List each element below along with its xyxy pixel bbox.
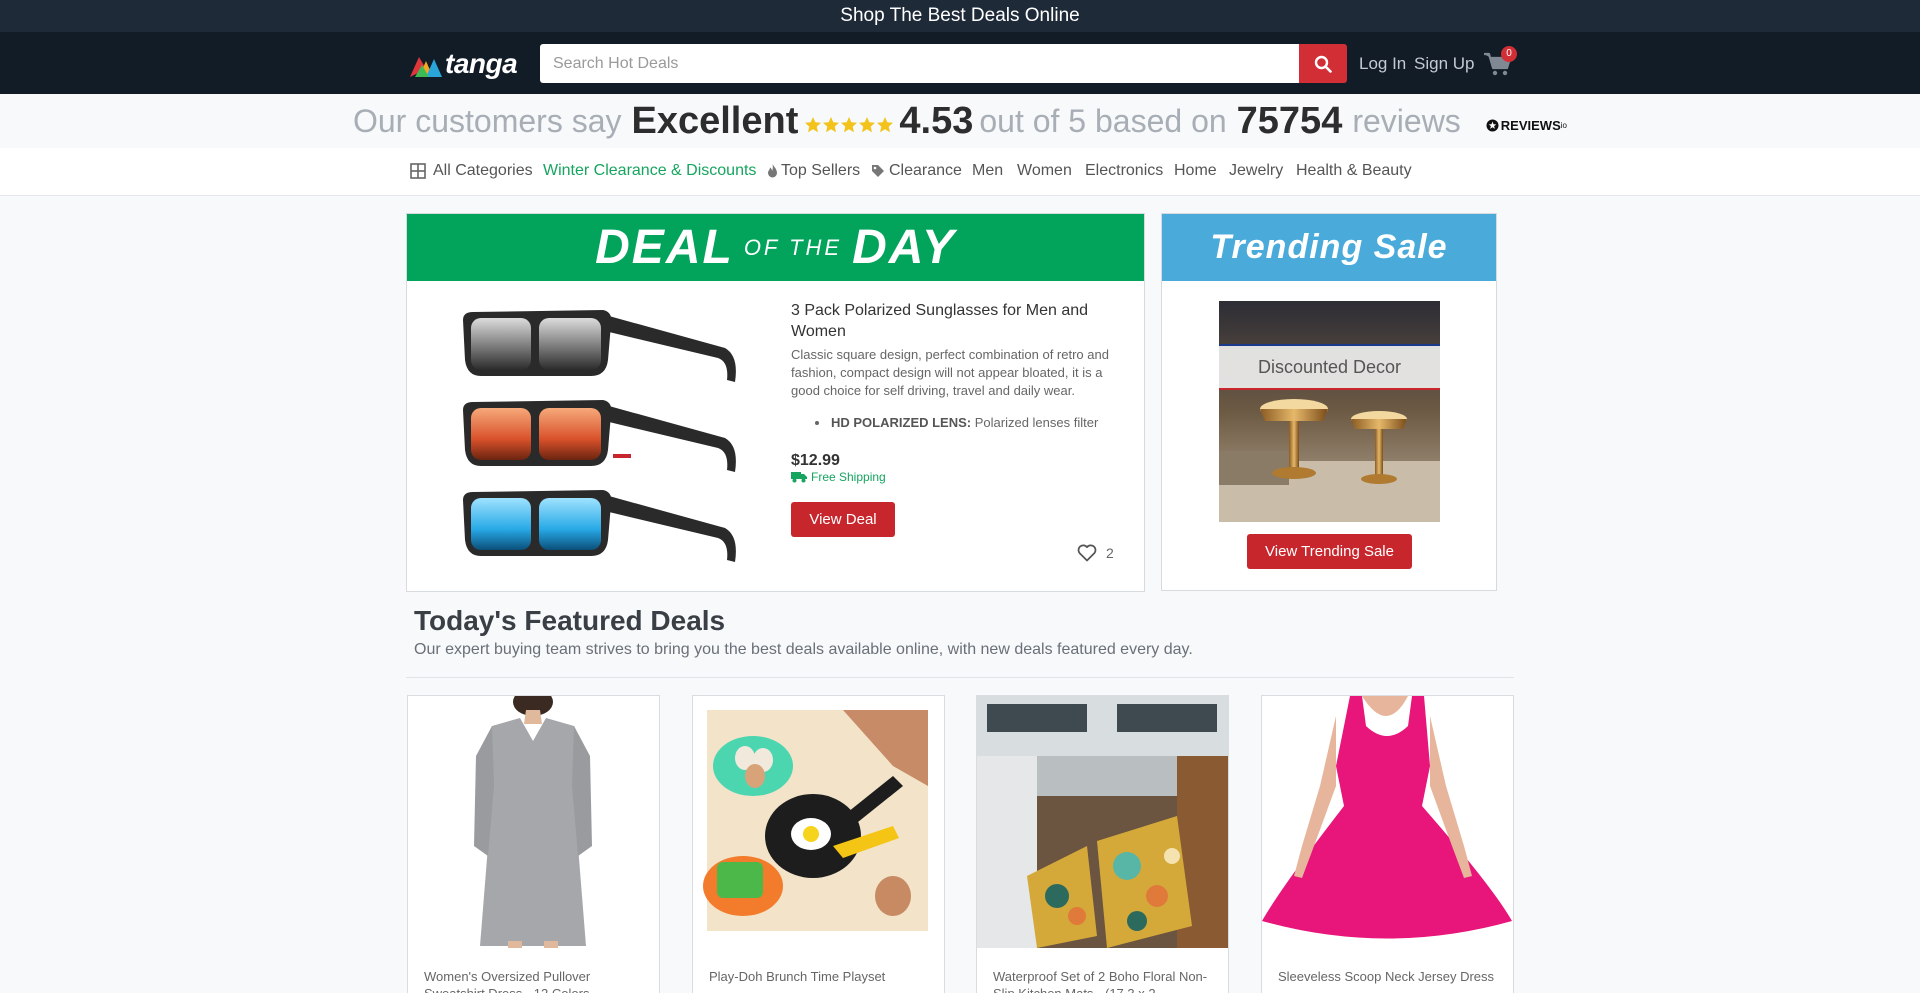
search-button[interactable] (1299, 44, 1347, 83)
product-image[interactable] (408, 696, 659, 948)
featured-deals-title: Today's Featured Deals (414, 605, 726, 636)
truck-icon (791, 472, 807, 483)
tag-icon (872, 165, 884, 177)
sweatshirt-dress-image (408, 696, 659, 948)
reviewsio-star-icon (1486, 119, 1499, 131)
featured-deals-subtitle: Our expert buying team strives to bring … (414, 641, 1193, 658)
deal-product-description: Classic square design, perfect combinati… (791, 347, 1109, 398)
category-health-beauty[interactable]: Health & Beauty (1296, 162, 1412, 180)
category-women[interactable]: Women (1017, 162, 1072, 180)
category-jewelry[interactable]: Jewelry (1229, 162, 1283, 180)
announcement-bar: Shop The Best Deals Online (0, 0, 1920, 32)
trending-sale-banner: Discounted Decor (1219, 344, 1440, 390)
reviews-score: 4.53 (899, 99, 974, 142)
product-image[interactable] (1262, 696, 1513, 948)
reviews-rating-word: Excellent (631, 99, 799, 142)
site-header: tanga Log In Sign Up 0 (0, 32, 1920, 94)
product-card[interactable]: Sleeveless Scoop Neck Jersey Dress (1261, 695, 1514, 993)
product-image[interactable] (693, 696, 944, 948)
logo[interactable]: tanga (410, 48, 518, 79)
bullet-dot (815, 421, 819, 425)
sunglasses-product-image[interactable] (455, 305, 745, 577)
product-name[interactable]: Play-Doh Brunch Time Playset (709, 968, 929, 985)
like-button[interactable]: 2 (1077, 544, 1114, 562)
reviewsio-brand-suffix: io (1560, 120, 1567, 130)
reviews-suffix: reviews (1352, 102, 1461, 139)
deal-price: $12.99 (791, 452, 840, 469)
category-clearance[interactable]: Clearance (871, 162, 962, 180)
product-name[interactable]: Women's Oversized Pullover Sweatshirt Dr… (424, 968, 644, 993)
free-shipping-label: Free Shipping (791, 470, 886, 484)
category-electronics[interactable]: Electronics (1085, 162, 1163, 180)
rating-stars-icon (804, 116, 894, 134)
free-shipping-text: Free Shipping (811, 470, 886, 484)
trending-sale: Trending Sale Discounted Decor View Tren… (1161, 213, 1497, 591)
search-icon (1314, 55, 1332, 73)
search-input[interactable] (540, 44, 1300, 83)
category-men[interactable]: Men (972, 162, 1003, 180)
deal-of-the-day: DEAL OF THE DAY 3 Pack Polarized Sunglas… (406, 213, 1145, 592)
product-name[interactable]: Sleeveless Scoop Neck Jersey Dress (1278, 968, 1498, 985)
reviews-prefix: Our customers say (352, 102, 622, 139)
product-image[interactable] (977, 696, 1228, 948)
category-label: Clearance (889, 162, 962, 179)
reviews-middle: out of 5 based on (979, 102, 1227, 139)
login-link[interactable]: Log In (1359, 54, 1406, 74)
view-deal-button[interactable]: View Deal (791, 502, 895, 537)
trending-sale-image[interactable]: Discounted Decor (1219, 301, 1440, 522)
deal-of-the-day-banner: DEAL OF THE DAY (407, 214, 1144, 281)
flame-icon (768, 163, 777, 177)
deal-heading-deal: DEAL (595, 221, 734, 274)
logo-text: tanga (445, 48, 518, 79)
category-label: All Categories (433, 162, 533, 179)
play-doh-image (693, 696, 944, 948)
section-divider (406, 677, 1514, 678)
category-winter-clearance[interactable]: Winter Clearance & Discounts (543, 162, 756, 180)
deal-heading-day: DAY (852, 221, 956, 274)
category-all[interactable]: All Categories (410, 162, 533, 180)
kitchen-mat-image (977, 696, 1228, 948)
product-card[interactable]: Waterproof Set of 2 Boho Floral Non-Slip… (976, 695, 1229, 993)
like-count: 2 (1106, 545, 1114, 561)
pink-dress-image (1262, 696, 1513, 948)
category-home[interactable]: Home (1174, 162, 1217, 180)
product-card[interactable]: Play-Doh Brunch Time Playset (692, 695, 945, 993)
deal-product-title[interactable]: 3 Pack Polarized Sunglasses for Men and … (791, 300, 1111, 342)
tanga-logo-icon (410, 57, 442, 77)
lamps-product-image (1219, 301, 1440, 522)
reviews-count: 75754 (1236, 99, 1343, 142)
grid-icon (410, 163, 426, 179)
cart-count-badge: 0 (1501, 46, 1517, 62)
category-label: Top Sellers (781, 162, 861, 179)
view-trending-sale-button[interactable]: View Trending Sale (1247, 534, 1412, 569)
signup-link[interactable]: Sign Up (1414, 54, 1474, 74)
category-nav: All Categories Winter Clearance & Discou… (0, 148, 1920, 196)
product-name[interactable]: Waterproof Set of 2 Boho Floral Non-Slip… (993, 968, 1213, 993)
deal-feature-label: HD POLARIZED LENS: (831, 415, 972, 430)
product-card[interactable]: Women's Oversized Pullover Sweatshirt Dr… (407, 695, 660, 993)
trending-sale-title: Trending Sale (1162, 214, 1496, 281)
deal-heading-of-the: OF THE (743, 234, 843, 260)
category-top-sellers[interactable]: Top Sellers (767, 162, 860, 180)
deal-feature-text: Polarized lenses filter (971, 415, 1099, 430)
heart-icon (1077, 544, 1097, 562)
deal-feature-bullet: HD POLARIZED LENS: Polarized lenses filt… (831, 415, 1098, 430)
reviewsio-brand: REVIEWS (1500, 117, 1561, 133)
reviews-summary[interactable]: Our customers say Excellent 4.53 out of … (0, 94, 1920, 148)
reviewsio-logo[interactable]: REVIEWS io (1486, 118, 1567, 133)
